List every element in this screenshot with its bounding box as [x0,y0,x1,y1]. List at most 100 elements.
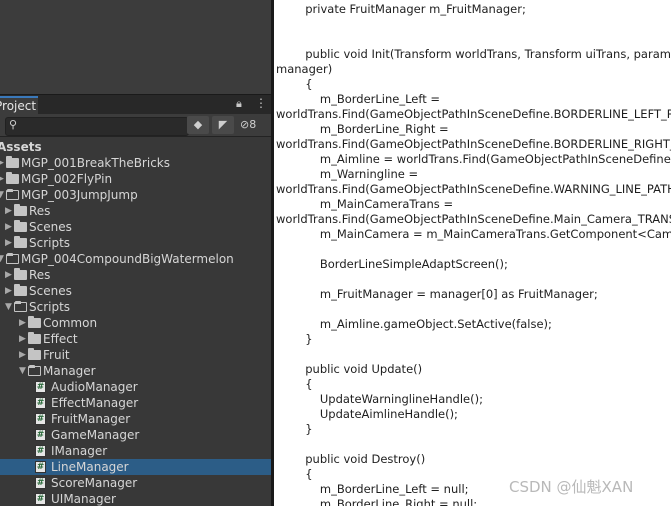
tree-item-label: IManager [51,444,108,458]
folder-icon [6,172,19,184]
tree-item-label: Scenes [29,220,72,234]
tree-item-script[interactable]: # ScoreManager [0,475,271,491]
tree-item-label: Scenes [29,284,72,298]
tree-item-label: Manager [43,364,96,378]
tree-item-folder[interactable]: ▼ MGP_004CompoundBigWatermelon [0,251,271,267]
folder-icon [14,220,27,232]
csharp-script-icon: # [35,445,46,457]
tree-item-folder[interactable]: ▶ Effect [0,331,271,347]
tree-item-label: Effect [43,332,78,346]
code-line: private FruitManager m_FruitManager; [276,2,526,16]
folder-icon [14,268,27,280]
tree-item-folder[interactable]: ▶ MGP_001BreakTheBricks [0,155,271,171]
tree-item-folder[interactable]: ▶ Fruit [0,347,271,363]
tree-item-script[interactable]: # IManager [0,443,271,459]
tree-item-folder[interactable]: ▶ Scenes [0,283,271,299]
code-line: worldTrans.Find(GameObjectPathInSceneDef… [276,107,671,121]
code-line: m_MainCamera = m_MainCameraTrans.GetComp… [276,227,671,241]
code-line: m_MainCameraTrans = [276,197,454,211]
tree-item-folder[interactable]: ▶ Common [0,315,271,331]
code-line: worldTrans.Find(GameObjectPathInSceneDef… [276,182,671,196]
code-line: m_BorderLine_Left = null; [276,482,469,496]
code-line: m_Warningline = [276,167,419,181]
tree-item-label: Scripts [29,236,71,250]
csharp-script-icon: # [35,397,46,409]
tree-item-label: ScoreManager [51,476,138,490]
tree-root[interactable]: Assets [0,139,271,155]
tree-item-label: AudioManager [51,380,138,394]
watermark: CSDN @仙魁XAN [509,478,634,496]
tree-item-folder[interactable]: ▶ Res [0,267,271,283]
tree-item-label: GameManager [51,428,140,442]
csharp-script-icon: # [35,381,46,393]
tree-item-script[interactable]: # EffectManager [0,395,271,411]
project-panel: Project 🔒︎ ⋮ ⚲ ◆ ◤ ⊘8 Assets▶MGP_001Brea… [0,0,271,506]
eye-slash-icon: ⊘ [240,118,250,131]
folder-icon [28,332,41,344]
filter-by-label-icon[interactable]: ◤ [212,116,234,134]
tree-item-folder[interactable]: ▼ Manager [0,363,271,379]
tree-item-label: Res [29,268,51,282]
tree-item-label: LineManager [51,460,129,474]
search-icon: ⚲ [9,118,18,131]
code-line: worldTrans.Find(GameObjectPathInSceneDef… [276,137,671,151]
code-line: worldTrans.Find(GameObjectPathInSceneDef… [276,212,671,226]
filter-by-type-icon[interactable]: ◆ [187,116,209,134]
code-line: m_Aimline = worldTrans.Find(GameObjectPa… [319,152,671,166]
folder-icon [14,204,27,216]
tree-item-label: FruitManager [51,412,131,426]
code-line: UpdateAimlineHandle(); [276,407,458,421]
tree-item-label: Res [29,204,51,218]
tree-item-folder[interactable]: ▼ Scripts [0,299,271,315]
folder-icon [28,348,41,360]
tree-item-folder[interactable]: ▶ Scenes [0,219,271,235]
tree-item-folder[interactable]: ▶ Res [0,203,271,219]
csharp-script-icon: # [35,413,46,425]
tree-item-folder[interactable]: ▼ MGP_003JumpJump [0,187,271,203]
code-line: { [276,77,313,91]
hidden-packages-toggle[interactable]: ⊘8 [240,116,256,134]
hidden-count: 8 [249,118,257,131]
folder-icon [14,284,27,296]
tree-item-script[interactable]: # LineManager [0,459,271,475]
csharp-script-icon: # [35,477,46,489]
code-line: public void Init(Transform worldTrans, T… [276,47,671,61]
empty-panel-area [0,0,271,94]
tree-item-script[interactable]: # UIManager [0,491,271,506]
code-line: } [276,422,313,436]
folder-icon [14,236,27,248]
tree-item-label: MGP_002FlyPin [21,172,113,186]
tree-item-label: MGP_003JumpJump [21,188,138,202]
folder-open-icon [6,253,19,264]
folder-open-icon [14,301,27,312]
tree-item-script[interactable]: # AudioManager [0,379,271,395]
project-tab[interactable]: Project [0,96,38,115]
code-line: m_BorderLine_Right = null; [276,497,478,506]
csharp-script-icon: # [35,493,46,505]
folder-open-icon [28,365,41,376]
tree-item-label: UIManager [51,492,116,506]
code-line: BorderLineSimpleAdaptScreen(); [276,257,508,271]
tree-item-label: Assets [0,140,42,154]
project-tab-bar: Project [0,94,271,115]
tree-item-folder[interactable]: ▶ MGP_002FlyPin [0,171,271,187]
tree-item-label: Common [43,316,98,330]
tree-item-script[interactable]: # FruitManager [0,411,271,427]
lock-icon[interactable]: 🔒︎ [236,97,242,111]
folder-open-icon [6,189,19,200]
csharp-script-icon: # [35,429,46,441]
code-line: m_BorderLine_Right = [276,122,449,136]
kebab-menu-icon[interactable]: ⋮ [255,96,267,110]
search-input[interactable] [5,117,189,136]
code-line: m_BorderLine_Left = [276,92,441,106]
tree-item-script[interactable]: # GameManager [0,427,271,443]
code-line: m_Aimline.gameObject.SetActive(false); [276,317,552,331]
code-line: } [276,332,313,346]
code-line: UpdateWarninglineHandle(); [276,392,483,406]
code-editor[interactable]: private FruitManager m_FruitManager; pub… [274,0,671,506]
folder-icon [6,156,19,168]
code-line: { [276,377,313,391]
code-line: public void Destroy() [276,452,426,466]
tree-item-folder[interactable]: ▶ Scripts [0,235,271,251]
code-line: m_FruitManager = manager[0] as FruitMana… [276,287,598,301]
